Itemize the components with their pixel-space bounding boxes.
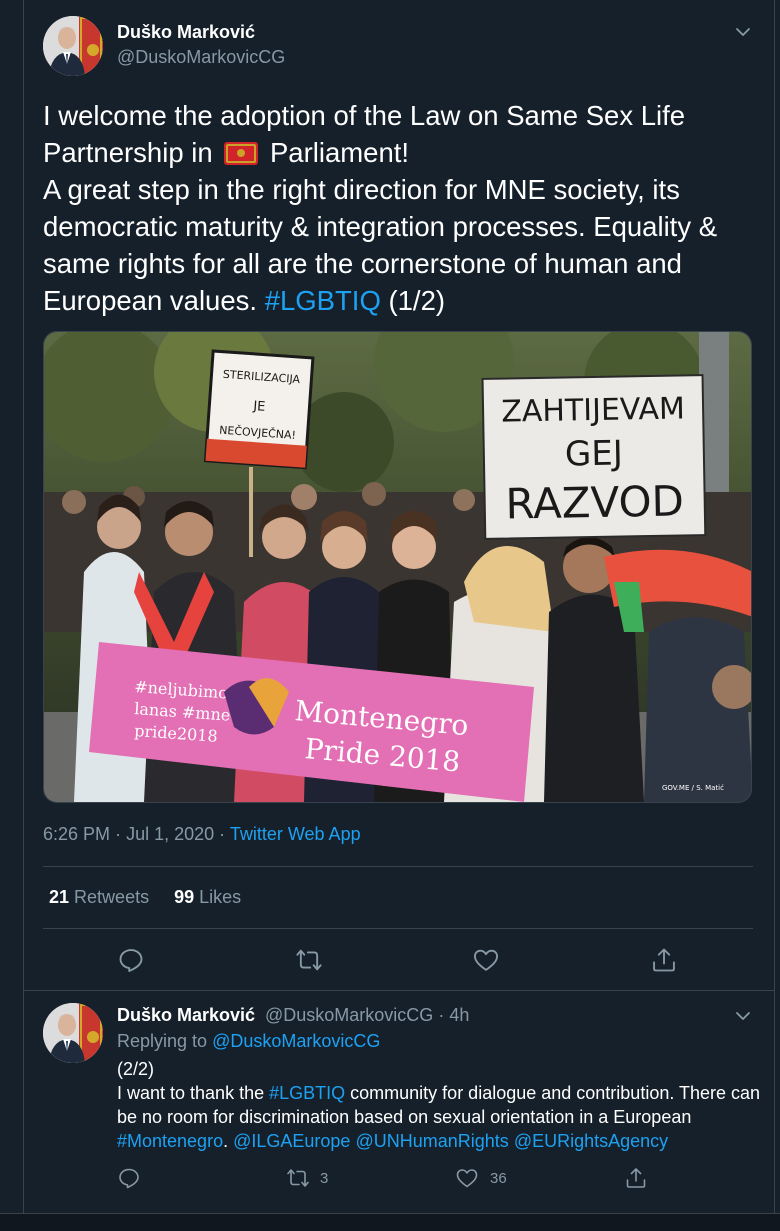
bottom-divider-strip bbox=[0, 1213, 780, 1231]
tweet-text-line1: I welcome the adoption of the Law on Sam… bbox=[43, 100, 686, 131]
tweet-text-line2-end: Parliament! bbox=[269, 137, 410, 168]
divider bbox=[43, 866, 753, 867]
tweet-stats: 21 Retweets 99 Likes bbox=[49, 887, 261, 908]
reply-author-meta: @DuskoMarkovicCG · 4h bbox=[265, 1005, 469, 1026]
likes-stat[interactable]: 99 Likes bbox=[174, 887, 241, 907]
montenegro-flag-icon bbox=[224, 142, 259, 165]
retweets-label: Retweets bbox=[74, 887, 150, 907]
reply-line1: (2/2) bbox=[117, 1059, 155, 1079]
mention-eurightsagency[interactable]: @EURightsAgency bbox=[514, 1131, 668, 1151]
replying-to: Replying to @DuskoMarkovicCG bbox=[117, 1031, 380, 1052]
reply-author-avatar[interactable] bbox=[43, 1003, 103, 1063]
author-avatar[interactable] bbox=[43, 16, 103, 76]
reply-retweet-count: 3 bbox=[320, 1170, 329, 1187]
reply-like-heart-icon[interactable] bbox=[455, 1166, 479, 1190]
reply-age[interactable]: 4h bbox=[449, 1005, 469, 1025]
hashtag-link[interactable]: #LGBTIQ bbox=[265, 285, 381, 316]
likes-count: 99 bbox=[174, 887, 195, 907]
source-app-link[interactable]: Twitter Web App bbox=[230, 824, 361, 844]
author-name[interactable]: Duško Marković bbox=[117, 22, 255, 43]
replying-label: Replying to bbox=[117, 1031, 208, 1051]
reply-text-a: I want to thank the bbox=[117, 1083, 265, 1103]
chevron-down-icon[interactable] bbox=[733, 22, 753, 42]
tweet-text: I welcome the adoption of the Law on Sam… bbox=[43, 97, 763, 319]
photo-credit: GOV.ME / S. Matić bbox=[662, 784, 724, 792]
reply-share-icon[interactable] bbox=[624, 1166, 648, 1190]
tweet-photo[interactable]: STERILIZACIJA JE NEČOVJEČNA! ZAHTIJEVAM … bbox=[43, 331, 752, 803]
meta-separator: · bbox=[115, 824, 122, 844]
left-sign-line2: JE bbox=[252, 399, 266, 415]
meta-separator-2: · bbox=[219, 824, 226, 844]
reply-like-count: 36 bbox=[490, 1170, 507, 1187]
tweet-date[interactable]: Jul 1, 2020 bbox=[126, 824, 214, 844]
tweet-text-line2: Partnership in bbox=[43, 137, 213, 168]
reply-hashtag-montenegro[interactable]: #Montenegro bbox=[117, 1131, 223, 1151]
reply-retweet-icon[interactable] bbox=[286, 1166, 310, 1190]
tweet-suffix: (1/2) bbox=[388, 285, 446, 316]
retweets-count: 21 bbox=[49, 887, 70, 907]
divider bbox=[43, 928, 753, 929]
divider bbox=[24, 990, 774, 991]
reply-icon[interactable] bbox=[117, 946, 145, 974]
reply-text-c: . bbox=[223, 1131, 229, 1151]
retweet-icon[interactable] bbox=[295, 946, 323, 974]
replying-to-handle[interactable]: @DuskoMarkovicCG bbox=[212, 1031, 380, 1051]
right-sign-line2: GEJ bbox=[565, 433, 624, 474]
tweet-time[interactable]: 6:26 PM bbox=[43, 824, 110, 844]
reply-author-handle[interactable]: @DuskoMarkovicCG bbox=[265, 1005, 433, 1025]
right-sign-line3: RAZVOD bbox=[505, 476, 684, 528]
reply-chevron-down-icon[interactable] bbox=[733, 1006, 753, 1026]
tweet-meta: 6:26 PM · Jul 1, 2020 · Twitter Web App bbox=[43, 824, 361, 845]
tweet-text-body: A great step in the right direction for … bbox=[43, 174, 718, 316]
mention-ilgaeurope[interactable]: @ILGAEurope bbox=[233, 1131, 350, 1151]
share-icon[interactable] bbox=[650, 946, 678, 974]
retweets-stat[interactable]: 21 Retweets bbox=[49, 887, 149, 907]
right-sign-line1: ZAHTIJEVAM bbox=[501, 391, 685, 429]
reply-separator: · bbox=[438, 1005, 445, 1025]
reply-hashtag-lgbtiq[interactable]: #LGBTIQ bbox=[269, 1083, 345, 1103]
author-handle[interactable]: @DuskoMarkovicCG bbox=[117, 47, 285, 68]
likes-label: Likes bbox=[199, 887, 242, 907]
reply-text: (2/2) I want to thank the #LGBTIQ commun… bbox=[117, 1057, 762, 1153]
reply-reply-icon[interactable] bbox=[117, 1166, 141, 1190]
reply-author-name[interactable]: Duško Marković bbox=[117, 1005, 255, 1026]
like-heart-icon[interactable] bbox=[472, 946, 500, 974]
mention-unhumanrights[interactable]: @UNHumanRights bbox=[355, 1131, 508, 1151]
